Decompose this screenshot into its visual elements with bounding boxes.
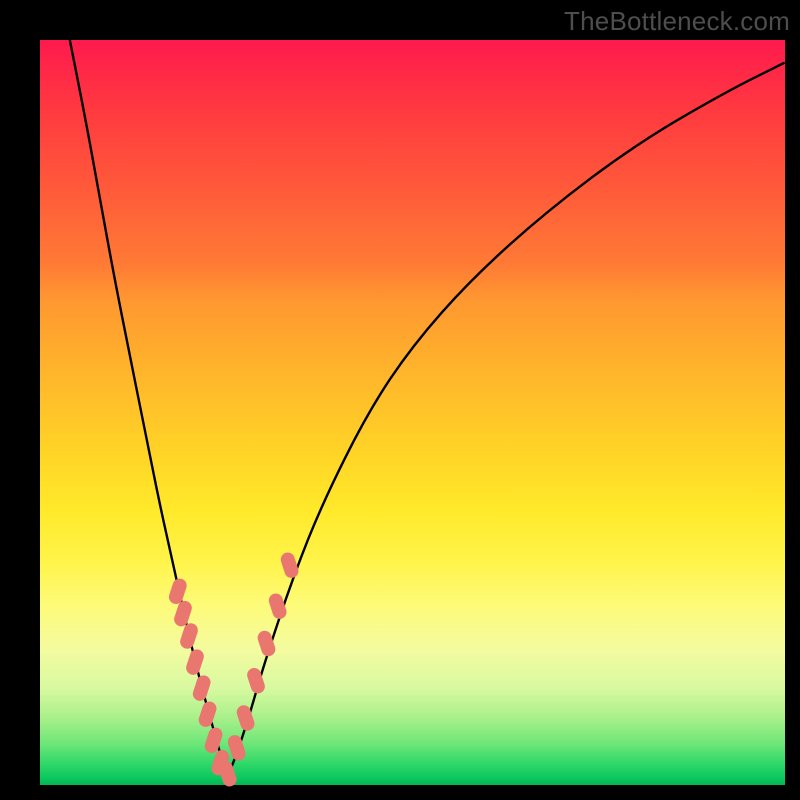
marker-point [184, 648, 205, 677]
marker-group [167, 551, 300, 789]
curve-svg [40, 40, 785, 785]
marker-point [197, 700, 218, 729]
chart-frame: TheBottleneck.com [0, 0, 800, 800]
plot-area [40, 40, 785, 785]
marker-point [267, 592, 288, 621]
marker-point [191, 674, 212, 703]
marker-point [235, 703, 256, 732]
bottleneck-curve-path [70, 40, 785, 773]
marker-point [226, 733, 247, 762]
watermark-text: TheBottleneck.com [564, 6, 790, 37]
